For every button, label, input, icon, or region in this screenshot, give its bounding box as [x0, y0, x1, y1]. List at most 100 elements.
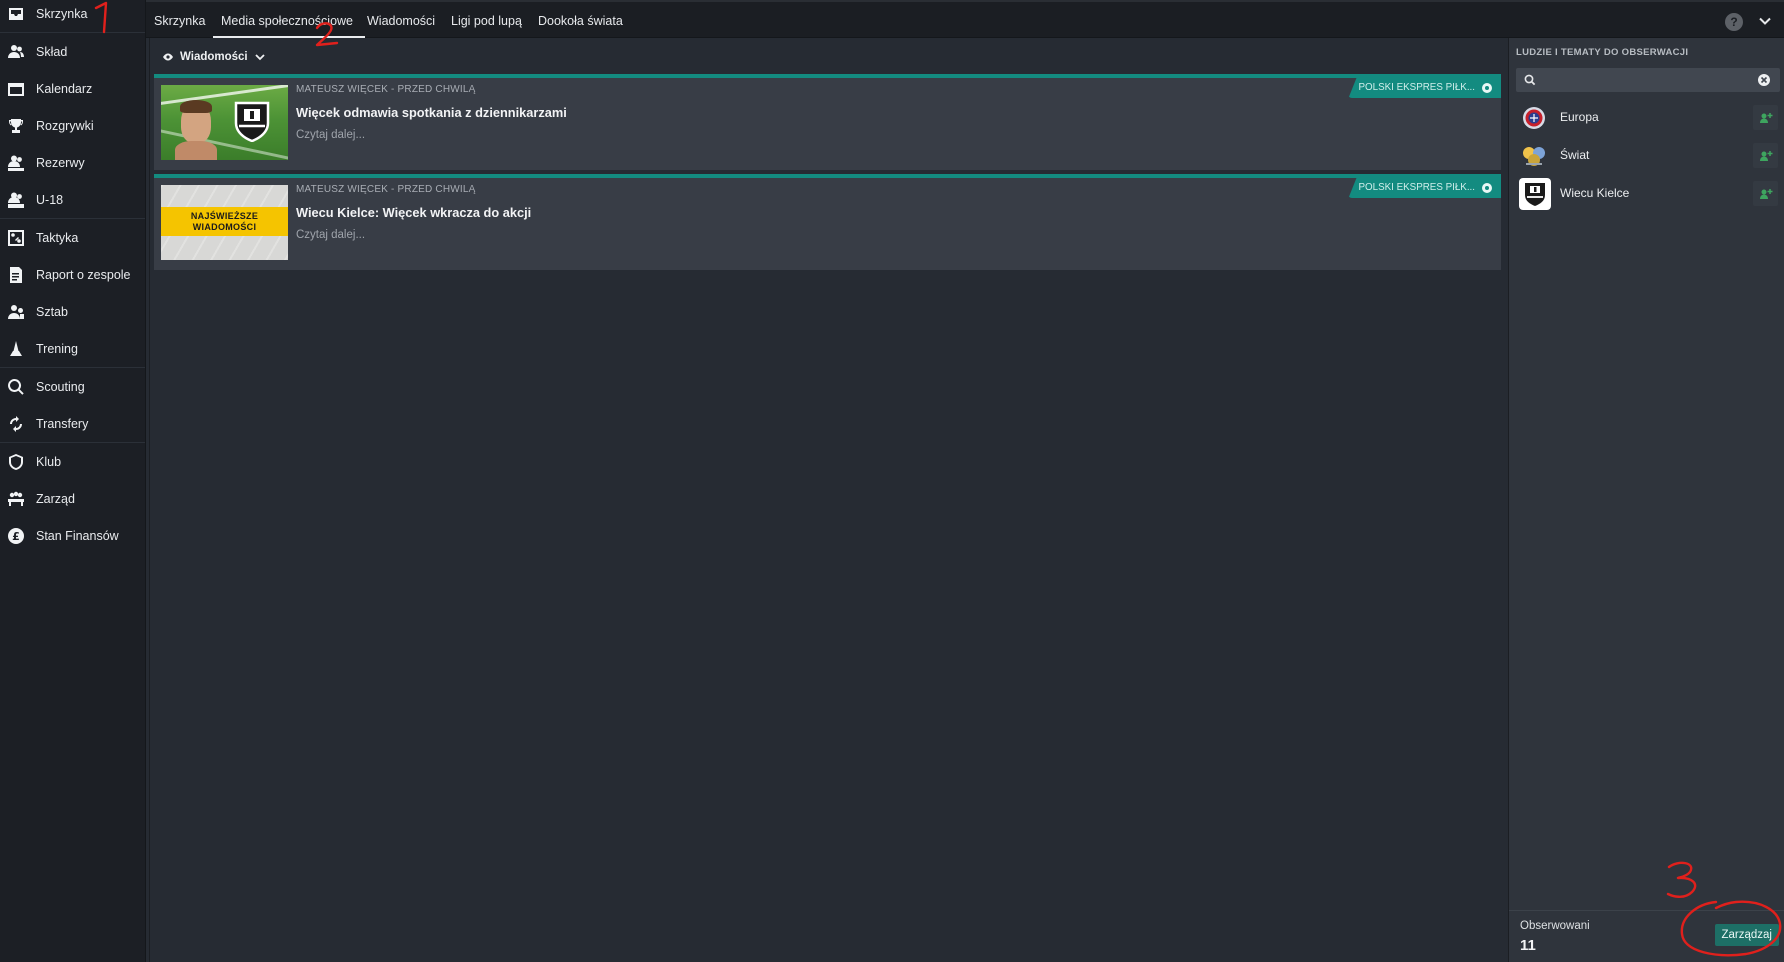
sidebar-item-label: Raport o zespole	[36, 267, 131, 282]
sidebar-item-squad[interactable]: Skład	[0, 33, 145, 70]
latest-news-banner: NAJŚWIEŻSZE WIADOMOŚCI	[161, 207, 288, 236]
top-tab-bar: Skrzynka Media społecznościowe Wiadomośc…	[146, 0, 1784, 39]
sidebar-item-staff[interactable]: Sztab	[0, 293, 145, 330]
sidebar-item-training[interactable]: Trening	[0, 330, 145, 367]
followed-label: Obserwowani	[1520, 920, 1590, 932]
sidebar-item-reserves[interactable]: Rezerwy	[0, 144, 145, 181]
follow-item-name: Świat	[1560, 148, 1590, 162]
news-meta: MATEUSZ WIĘCEK - PRZED CHWILĄ	[296, 184, 476, 195]
staff-icon	[7, 303, 25, 321]
sidebar-item-label: Stan Finansów	[36, 528, 119, 543]
sidebar-item-u18[interactable]: U-18	[0, 181, 145, 218]
sidebar-item-label: U-18	[36, 192, 64, 207]
sidebar-item-label: Sztab	[36, 304, 68, 319]
team-report-icon	[7, 266, 25, 284]
sidebar: Skrzynka Skład Kalendarz Rozgrywki Rezer…	[0, 0, 146, 962]
sidebar-item-label: Rezerwy	[36, 155, 85, 170]
sidebar-item-calendar[interactable]: Kalendarz	[0, 70, 145, 107]
gear-icon[interactable]	[1481, 82, 1493, 94]
read-more-link[interactable]: Czytaj dalej...	[296, 129, 365, 141]
manage-button[interactable]: Zarządzaj	[1714, 924, 1779, 946]
sidebar-item-label: Trening	[36, 341, 78, 356]
follow-item-world[interactable]: Świat	[1509, 137, 1784, 174]
club-crest-logo-icon	[1519, 178, 1551, 210]
sidebar-item-inbox[interactable]: Skrzynka	[0, 0, 145, 32]
training-icon	[7, 340, 25, 358]
news-source-label: POLSKI EKSPRES PIŁK...	[1358, 82, 1475, 93]
sidebar-item-label: Klub	[36, 454, 62, 469]
trophy-icon	[7, 117, 25, 135]
news-item[interactable]: NAJŚWIEŻSZE WIADOMOŚCI MATEUSZ WIĘCEK - …	[154, 174, 1501, 270]
gear-icon[interactable]	[1481, 182, 1493, 194]
help-button[interactable]: ?	[1725, 13, 1743, 31]
followed-summary: Obserwowani 11 Zarządzaj	[1509, 910, 1784, 962]
clear-icon[interactable]	[1757, 73, 1771, 87]
sidebar-item-label: Rozgrywki	[36, 118, 94, 133]
sidebar-item-label: Transfery	[36, 416, 89, 431]
tab-inbox[interactable]: Skrzynka	[154, 2, 205, 38]
transfers-icon	[7, 415, 25, 433]
follow-panel: LUDZIE I TEMATY DO OBSERWACJI Europa Świ…	[1508, 38, 1784, 962]
follow-panel-title: LUDZIE I TEMATY DO OBSERWACJI	[1516, 47, 1689, 58]
sidebar-item-board[interactable]: Zarząd	[0, 480, 145, 517]
inbox-icon	[7, 5, 25, 23]
news-title[interactable]: Wiecu Kielce: Więcek wkracza do akcji	[296, 205, 531, 220]
sidebar-item-label: Zarząd	[36, 491, 75, 506]
sidebar-item-transfers[interactable]: Transfery	[0, 405, 145, 442]
news-thumbnail	[161, 85, 288, 160]
eye-icon	[163, 53, 173, 61]
tab-around-the-world[interactable]: Dookoła świata	[538, 2, 623, 38]
sidebar-item-scouting[interactable]: Scouting	[0, 368, 145, 405]
follow-search[interactable]	[1516, 68, 1780, 92]
news-source-tag[interactable]: POLSKI EKSPRES PIŁK...	[1348, 178, 1501, 198]
finances-icon: £	[7, 527, 25, 545]
social-feed: Wiadomości MATEUSZ WIĘCEK - PRZED CHWILĄ…	[146, 38, 1508, 962]
follow-item-europa[interactable]: Europa	[1509, 99, 1784, 136]
search-icon	[7, 378, 25, 396]
feed-filter-dropdown[interactable]: Wiadomości	[162, 47, 266, 67]
squad-icon	[7, 43, 25, 61]
tab-news[interactable]: Wiadomości	[367, 2, 435, 38]
club-crest-icon	[234, 101, 270, 142]
sidebar-item-finances[interactable]: £ Stan Finansów	[0, 517, 145, 554]
follow-add-button[interactable]	[1753, 143, 1778, 168]
uefa-logo-icon	[1523, 107, 1545, 129]
sidebar-item-label: Scouting	[36, 379, 85, 394]
world-logo-icon	[1523, 147, 1545, 166]
latest-news-image: NAJŚWIEŻSZE WIADOMOŚCI	[161, 185, 288, 260]
read-more-link[interactable]: Czytaj dalej...	[296, 229, 365, 241]
tab-social-media[interactable]: Media społecznościowe	[212, 2, 366, 39]
follow-add-button[interactable]	[1753, 181, 1778, 206]
sidebar-item-club[interactable]: Klub	[0, 443, 145, 480]
sidebar-item-label: Skład	[36, 44, 68, 59]
sidebar-item-competitions[interactable]: Rozgrywki	[0, 107, 145, 144]
chevron-down-icon[interactable]	[1758, 14, 1772, 28]
calendar-icon	[7, 80, 25, 98]
news-source-tag[interactable]: POLSKI EKSPRES PIŁK...	[1348, 78, 1501, 98]
news-item[interactable]: MATEUSZ WIĘCEK - PRZED CHWILĄ Więcek odm…	[154, 74, 1501, 170]
sidebar-item-tactics[interactable]: Taktyka	[0, 219, 145, 256]
tactics-icon	[7, 229, 25, 247]
main-divider	[149, 38, 150, 962]
add-user-icon	[1759, 112, 1772, 123]
news-thumbnail: NAJŚWIEŻSZE WIADOMOŚCI	[161, 185, 288, 260]
reserves-icon	[7, 154, 25, 172]
svg-text:£: £	[12, 530, 20, 543]
follow-add-button[interactable]	[1753, 105, 1778, 130]
follow-search-input[interactable]	[1540, 68, 1750, 92]
follow-item-name: Wiecu Kielce	[1560, 186, 1630, 200]
feed-filter-label: Wiadomości	[180, 51, 248, 63]
add-user-icon	[1759, 150, 1772, 161]
sidebar-item-label: Kalendarz	[36, 81, 93, 96]
news-meta: MATEUSZ WIĘCEK - PRZED CHWILĄ	[296, 84, 476, 95]
tab-leagues-spotlight[interactable]: Ligi pod lupą	[451, 2, 522, 38]
follow-item-wiecu-kielce[interactable]: Wiecu Kielce	[1509, 175, 1784, 212]
sidebar-item-label: Skrzynka	[36, 6, 88, 21]
news-source-label: POLSKI EKSPRES PIŁK...	[1358, 182, 1475, 193]
board-icon	[7, 490, 25, 508]
news-title[interactable]: Więcek odmawia spotkania z dziennikarzam…	[296, 105, 567, 120]
sidebar-item-label: Taktyka	[36, 230, 79, 245]
sidebar-item-team-report[interactable]: Raport o zespole	[0, 256, 145, 293]
club-icon	[7, 453, 25, 471]
search-icon	[1524, 74, 1536, 86]
